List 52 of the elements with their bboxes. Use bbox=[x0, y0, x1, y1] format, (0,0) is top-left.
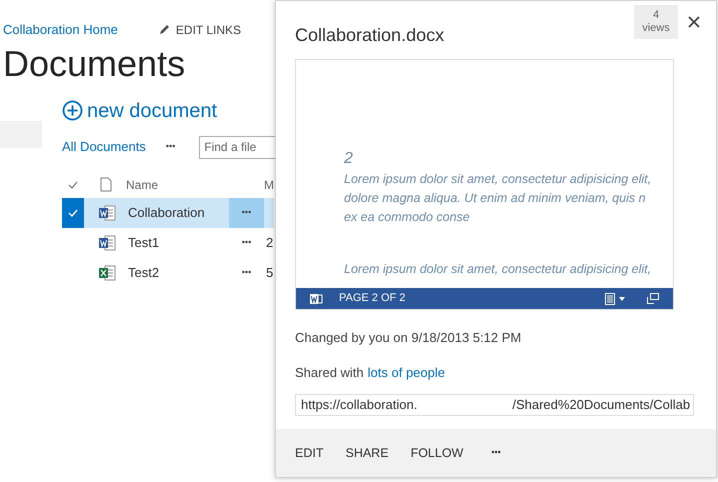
view-link[interactable]: All Documents bbox=[62, 137, 146, 157]
table-row[interactable]: Test2 ••• 5 bbox=[62, 258, 274, 288]
more-button[interactable]: ••• bbox=[229, 258, 264, 288]
document-file-icon bbox=[98, 234, 116, 250]
edit-links-button[interactable]: EDIT LINKS bbox=[158, 20, 242, 39]
action-button[interactable]: SHARE bbox=[345, 444, 389, 462]
preview-line: Lorem ipsum dolor sit amet, consectetur adipisicing elit, bbox=[344, 171, 652, 188]
more-button[interactable]: ••• bbox=[229, 228, 264, 258]
document-file-icon bbox=[310, 292, 323, 304]
checkmark-icon bbox=[68, 208, 78, 218]
action-button[interactable]: EDIT bbox=[295, 444, 324, 462]
file-name[interactable]: Test1 bbox=[128, 232, 229, 252]
popout-icon[interactable] bbox=[647, 293, 659, 304]
pencil-icon bbox=[158, 24, 170, 36]
more-button[interactable]: ••• bbox=[166, 140, 176, 154]
home-link[interactable]: Collaboration Home bbox=[3, 20, 118, 40]
add-icon bbox=[62, 100, 83, 121]
url-field[interactable]: https://collaboration. /Shared%20Documents/Collab bbox=[295, 394, 694, 416]
page-number: 2 bbox=[344, 149, 354, 169]
preview-line: dolore magna aliqua. Ut enim ad minim veniam, quis n bbox=[344, 190, 647, 207]
new-document-button[interactable]: new document bbox=[62, 96, 218, 126]
column-header: Name bbox=[126, 176, 160, 194]
views-count: 4 bbox=[652, 9, 660, 22]
row-checkbox[interactable] bbox=[62, 198, 84, 228]
page-title: Documents bbox=[2, 42, 186, 86]
spreadsheet-file-icon bbox=[98, 264, 116, 280]
more-button[interactable]: ••• bbox=[229, 198, 264, 228]
document-file-icon bbox=[98, 204, 116, 220]
close-button[interactable] bbox=[688, 15, 702, 29]
preview-line: ex ea commodo conse bbox=[344, 209, 471, 226]
page-icon bbox=[605, 292, 615, 304]
file-name[interactable]: Test2 bbox=[128, 262, 229, 282]
action-button[interactable]: ••• bbox=[491, 446, 501, 460]
callout-title: Collaboration.docx bbox=[295, 24, 444, 47]
changed-info: Changed by you on 9/18/2013 5:12 PM bbox=[295, 329, 522, 347]
action-button[interactable]: FOLLOW bbox=[410, 444, 464, 462]
column-header: M bbox=[264, 176, 274, 194]
close-icon bbox=[688, 16, 700, 28]
shared-label: Shared with bbox=[295, 364, 364, 382]
checkmark-icon bbox=[68, 180, 78, 190]
table-row[interactable]: Collaboration ••• bbox=[62, 198, 274, 228]
view-menu-button[interactable] bbox=[605, 292, 625, 304]
table-row[interactable]: Test1 ••• 2 bbox=[62, 228, 274, 258]
file-icon bbox=[100, 177, 112, 192]
table-cell-text: 5 bbox=[266, 264, 274, 282]
preview-line: Lorem ipsum dolor sit amet, consectetur adipisicing elit, bbox=[344, 261, 652, 278]
page-indicator: PAGE 2 OF 2 bbox=[339, 291, 406, 306]
table-cell-text: 2 bbox=[266, 234, 274, 252]
shared-link[interactable]: lots of people bbox=[368, 362, 445, 382]
file-name[interactable]: Collaboration bbox=[128, 202, 229, 222]
views-label: views bbox=[642, 22, 670, 35]
caret-icon bbox=[619, 296, 625, 300]
